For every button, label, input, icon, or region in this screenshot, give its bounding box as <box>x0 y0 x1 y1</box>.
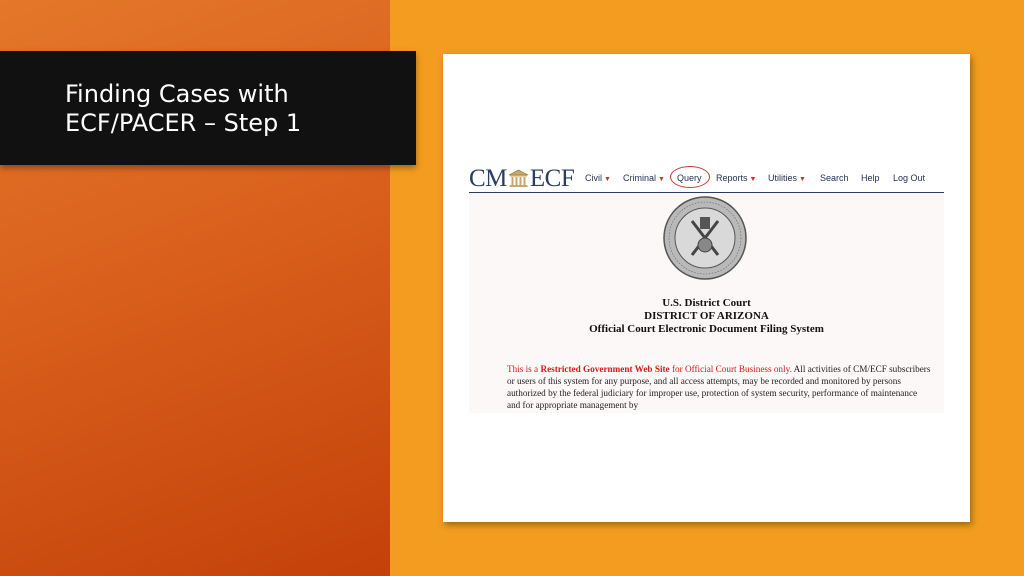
nav-criminal-label: Criminal <box>623 173 657 183</box>
nav-search-label: Search <box>820 173 849 183</box>
slide-title: Finding Cases with ECF/PACER – Step 1 <box>65 80 301 138</box>
court-heading: U.S. District Court DISTRICT OF ARIZONA … <box>469 297 944 336</box>
nav-search[interactable]: Search <box>820 173 849 183</box>
logo-ecf-text: ECF <box>529 165 575 192</box>
court-line-2: DISTRICT OF ARIZONA <box>644 310 769 322</box>
logo-cm-text: CM <box>469 165 507 192</box>
courthouse-icon <box>508 169 529 187</box>
nav-help-label: Help <box>861 173 880 183</box>
dropdown-caret-icon: ▼ <box>799 176 806 183</box>
nav-reports-label: Reports <box>716 173 748 183</box>
nav-reports[interactable]: Reports ▼ <box>716 173 756 183</box>
dropdown-caret-icon: ▼ <box>658 176 665 183</box>
slide-title-line2: ECF/PACER – Step 1 <box>65 109 302 137</box>
nav-query[interactable]: Query <box>670 166 710 188</box>
ecf-body: U.S. District Court DISTRICT OF ARIZONA … <box>469 193 944 413</box>
notice-part1: This is a <box>507 364 541 374</box>
nav-civil[interactable]: Civil ▼ <box>585 173 611 183</box>
nav-utilities-label: Utilities <box>768 173 798 183</box>
court-line-3: Official Court Electronic Document Filin… <box>589 323 824 335</box>
nav-utilities[interactable]: Utilities ▼ <box>768 173 806 183</box>
ecf-header: CM ECF Civil ▼ Criminal ▼ Query Reports ▼ U… <box>469 166 944 193</box>
nav-civil-label: Civil <box>585 173 602 183</box>
notice-part2: for Official Court Business only. <box>669 364 792 374</box>
nav-criminal[interactable]: Criminal ▼ <box>623 173 665 183</box>
dropdown-caret-icon: ▼ <box>604 176 611 183</box>
notice-bold: Restricted Government Web Site <box>540 364 670 374</box>
slide-title-line1: Finding Cases with <box>65 80 289 108</box>
highlight-circle <box>670 166 710 188</box>
court-seal-icon <box>663 196 747 280</box>
nav-logout-label: Log Out <box>893 173 926 183</box>
nav-help[interactable]: Help <box>861 173 880 183</box>
court-line-1: U.S. District Court <box>662 297 751 309</box>
cmecf-logo[interactable]: CM ECF <box>469 165 575 192</box>
restricted-notice: This is a Restricted Government Web Site… <box>507 363 932 411</box>
nav-logout[interactable]: Log Out <box>893 173 925 183</box>
dropdown-caret-icon: ▼ <box>749 176 757 183</box>
